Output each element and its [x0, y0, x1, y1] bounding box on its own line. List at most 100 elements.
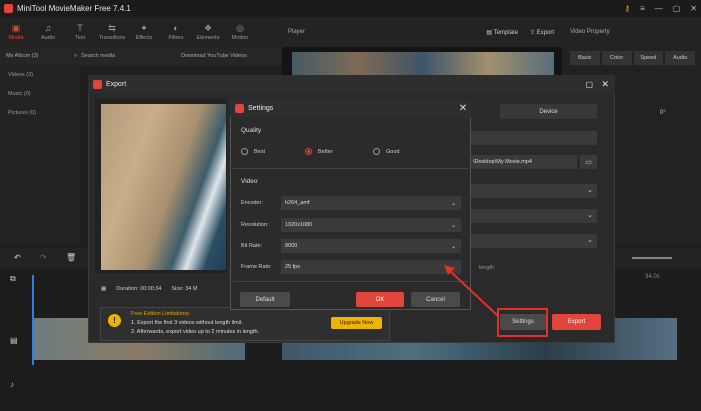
duration-label: Duration: — [116, 286, 139, 292]
menu-icon[interactable]: ≡ — [640, 4, 645, 13]
minimize-icon[interactable]: — — [655, 4, 663, 13]
chevron-down-icon: ⌄ — [450, 264, 456, 271]
app-logo-icon — [4, 4, 13, 13]
encoder-value: h264_amf — [285, 200, 310, 206]
upgrade-button[interactable]: Upgrade Now — [331, 317, 382, 329]
tab-audio-prop[interactable]: Audio — [665, 51, 695, 65]
quality-select[interactable]: ⌄ — [471, 234, 597, 248]
export-button[interactable]: Export — [552, 314, 601, 330]
folder-icon[interactable]: ▭ — [580, 155, 597, 169]
resolution-select[interactable]: ⌄ — [471, 209, 597, 223]
tab-color[interactable]: Color — [601, 51, 632, 65]
undo-icon[interactable]: ↶ — [14, 253, 21, 262]
export-name-field[interactable] — [471, 131, 597, 145]
format-select[interactable]: ⌄ — [471, 184, 597, 198]
app-logo-icon — [93, 79, 102, 89]
app-title: MiniTool MovieMaker Free 7.4.1 — [17, 4, 131, 13]
main-toolbar: ▣ Media ♫ Audio T Text ⇆ Transitions ✦ Effect… — [0, 17, 282, 47]
framerate-value: 25 fps — [285, 264, 300, 270]
player-title: Player — [288, 29, 306, 35]
playhead[interactable] — [32, 275, 34, 365]
text-icon: T — [77, 22, 83, 33]
maximize-icon[interactable]: ▢ — [673, 4, 681, 13]
chevron-down-icon: ⌄ — [587, 187, 593, 194]
duration-info: Duration: 00:00:34 — [116, 286, 161, 292]
radio-circle — [241, 148, 248, 155]
effects-icon: ✦ — [140, 22, 148, 33]
tab-text[interactable]: T Text — [64, 17, 96, 47]
tab-audio[interactable]: ♫ Audio — [32, 17, 64, 47]
download-youtube-link[interactable]: Download YouTube Videos — [181, 53, 247, 59]
export-path-field[interactable]: \Desktop\My Movie.mp4 — [471, 155, 577, 169]
media-subbar: My Album (3) ⌕ Search media Download You… — [0, 47, 282, 65]
radio-circle — [305, 148, 312, 155]
tab-filters[interactable]: ◐ Filters — [160, 17, 192, 47]
maximize-icon[interactable]: ▢ — [585, 80, 593, 89]
zoom-slider[interactable] — [632, 257, 672, 259]
tab-basic[interactable]: Basic — [570, 51, 600, 65]
quality-heading: Quality — [241, 127, 262, 134]
close-icon[interactable]: ✕ — [601, 79, 609, 90]
framerate-select[interactable]: 25 fps ⌄ — [281, 260, 461, 274]
free-title: Free Edition Limitations: — [131, 311, 190, 317]
folder-icon: ▣ — [11, 22, 21, 33]
redo-icon[interactable]: ↷ — [40, 253, 47, 262]
close-icon[interactable]: ✕ — [690, 4, 697, 13]
sidebar-item-videos[interactable]: Videos (3) — [0, 65, 80, 84]
close-icon[interactable]: ✕ — [457, 101, 469, 115]
template-button[interactable]: ▤ Template — [486, 29, 518, 36]
ok-button[interactable]: OK — [356, 292, 404, 307]
video-property-tabs: Basic Color Speed Audio — [570, 51, 695, 65]
video-track-icon: ▤ — [10, 336, 18, 345]
delete-icon[interactable]: 🗑 — [66, 253, 76, 262]
chevron-down-icon: ⌄ — [587, 212, 593, 219]
resolution-select-settings[interactable]: 1920x1080 ⌄ — [281, 218, 461, 232]
tab-motion[interactable]: ◎ Motion — [224, 17, 256, 47]
export-label: Export — [536, 29, 554, 36]
size-value: 34 M — [185, 286, 198, 292]
motion-icon: ◎ — [236, 22, 244, 33]
encoder-select[interactable]: h264_amf ⌄ — [281, 196, 461, 210]
search-input[interactable]: Search media — [81, 53, 151, 59]
radio-better[interactable]: Better — [305, 148, 333, 155]
add-track-icon[interactable]: ⧉ — [10, 274, 16, 284]
sidebar-item-pictures[interactable]: Pictures (0) — [0, 103, 80, 122]
cancel-button[interactable]: Cancel — [411, 292, 460, 307]
default-button[interactable]: Default — [240, 292, 290, 307]
export-dialog-header: Export ▢ ✕ — [88, 75, 615, 93]
video-property-header: Video Property — [562, 17, 701, 47]
music-icon: ♫ — [44, 22, 52, 33]
radio-good[interactable]: Good — [373, 148, 399, 155]
angle-value: 0° — [660, 110, 666, 116]
export-top-button[interactable]: ⇪ Export — [530, 29, 554, 36]
time-marker: 34.0s — [645, 274, 660, 280]
tab-transitions[interactable]: ⇆ Transitions — [96, 17, 128, 47]
export-path-value: \Desktop\My Movie.mp4 — [473, 159, 532, 165]
transition-icon: ⇆ — [108, 22, 116, 33]
search-icon[interactable]: ⌕ — [74, 53, 77, 60]
free-line-1: 1. Export the first 3 videos without len… — [131, 320, 243, 326]
tab-media[interactable]: ▣ Media — [0, 17, 32, 47]
chevron-down-icon: ⌄ — [587, 237, 593, 244]
tab-effects[interactable]: ✦ Effects — [128, 17, 160, 47]
video-heading: Video — [241, 178, 258, 185]
sidebar-item-music[interactable]: Music (0) — [0, 84, 80, 103]
encoder-label: Encoder: — [241, 200, 264, 206]
template-label: Template — [493, 29, 518, 36]
media-sidebar: Videos (3) Music (0) Pictures (0) — [0, 65, 80, 245]
radio-circle — [373, 148, 380, 155]
tab-speed[interactable]: Speed — [633, 51, 664, 65]
tab-elements[interactable]: ❖ Elements — [192, 17, 224, 47]
bitrate-select[interactable]: 8000 ⌄ — [281, 239, 461, 253]
divider — [233, 168, 468, 169]
resolution-value: 1920x1080 — [285, 222, 313, 228]
radio-best[interactable]: Best — [241, 148, 265, 155]
tab-device[interactable]: Device — [500, 104, 597, 119]
filters-icon: ◐ — [173, 22, 179, 33]
album-label[interactable]: My Album (3) — [6, 53, 64, 59]
elements-icon: ❖ — [203, 22, 213, 33]
key-icon[interactable]: ⚷ — [624, 4, 630, 13]
film-icon: ▦ — [101, 286, 107, 292]
chevron-down-icon: ⌄ — [450, 243, 456, 250]
app-logo-icon — [235, 104, 244, 113]
